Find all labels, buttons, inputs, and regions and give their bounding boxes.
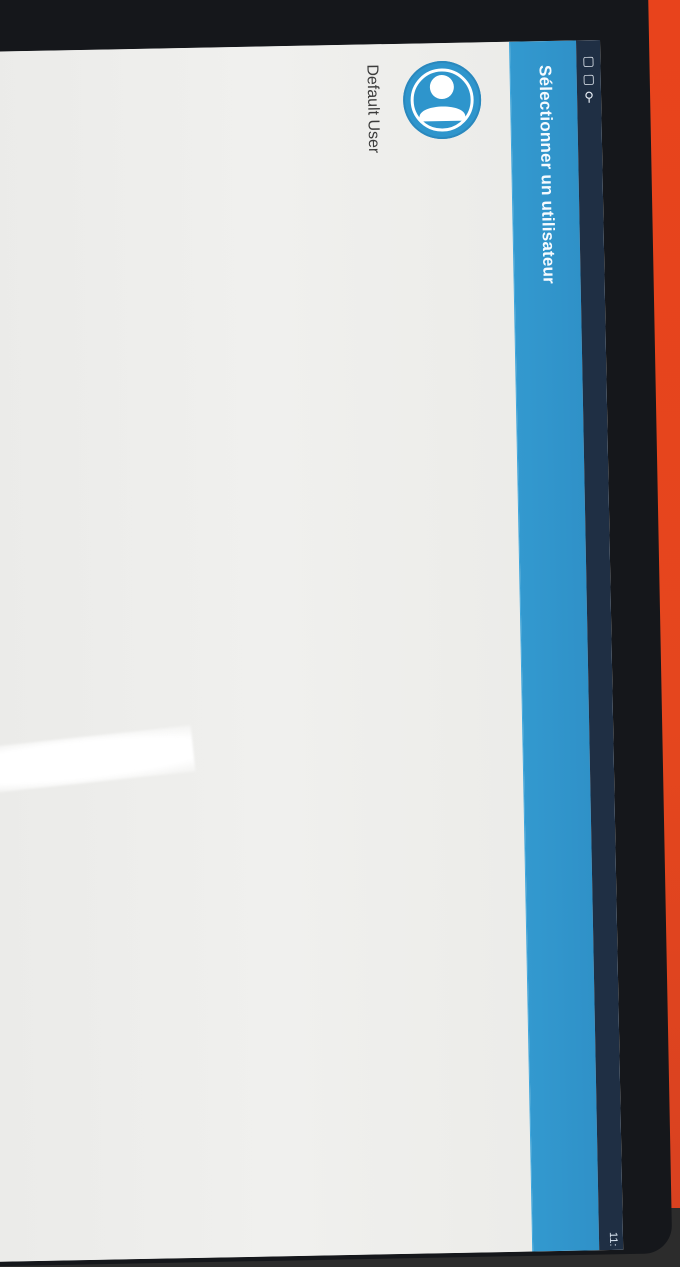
- user-name-label: Default User: [363, 64, 383, 154]
- usb-icon: ⚲: [584, 89, 594, 105]
- page-title: Sélectionner un utilisateur: [535, 64, 559, 285]
- user-item-default[interactable]: Default User: [338, 60, 500, 173]
- user-avatar-icon[interactable]: [402, 60, 482, 140]
- notification-icons: ▢ ▢ ⚲: [579, 53, 598, 105]
- tablet-screen: Default User Sélectionner un utilisateur…: [0, 40, 624, 1264]
- status-time: 11:: [606, 1231, 620, 1247]
- screen-glare: [0, 725, 196, 802]
- photo-icon: ▢: [582, 53, 595, 69]
- photo-icon: ▢: [582, 71, 596, 87]
- user-selection-area: Default User: [0, 41, 534, 1264]
